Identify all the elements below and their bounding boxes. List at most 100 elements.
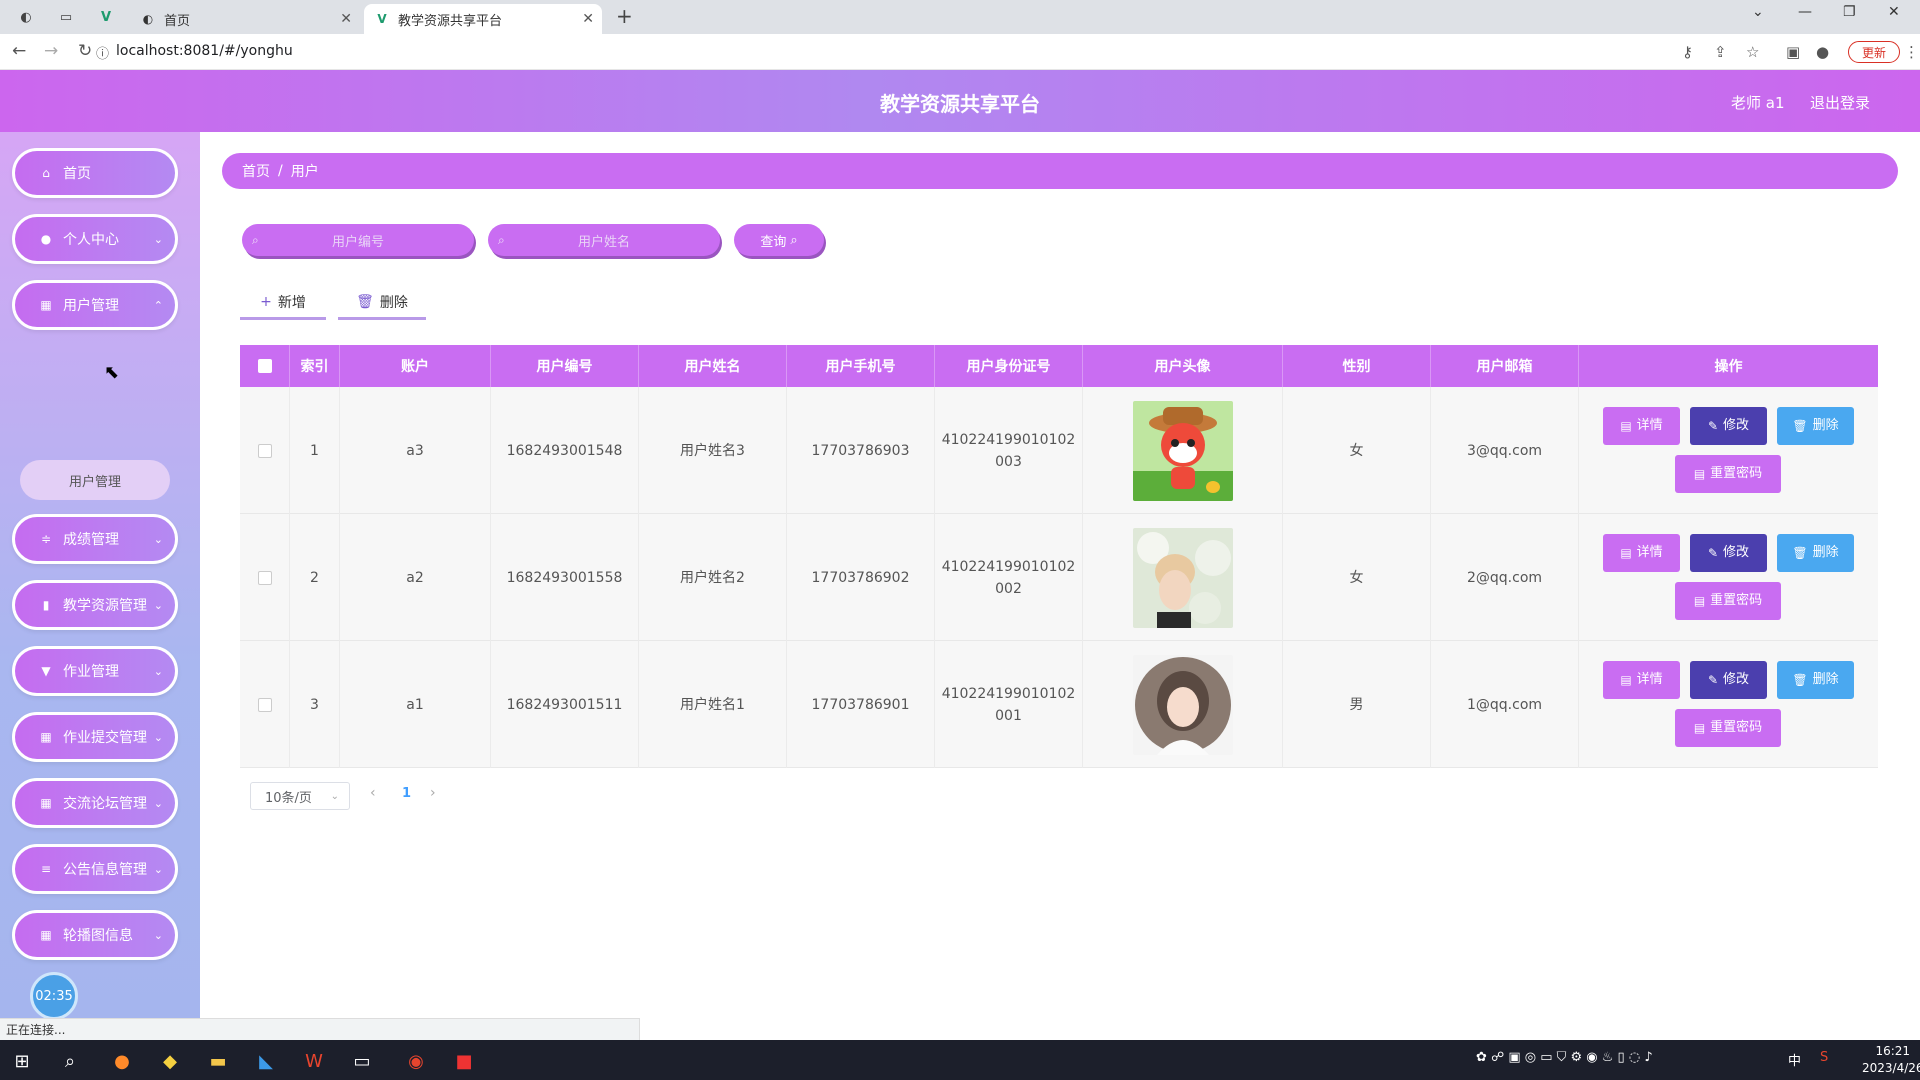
reload-icon[interactable]: ↻ bbox=[78, 41, 92, 61]
firefox-icon[interactable]: ● bbox=[104, 1046, 140, 1076]
folder-icon[interactable]: ▬ bbox=[200, 1046, 236, 1076]
search-placeholder: 用户编号 bbox=[331, 234, 384, 250]
close-window-icon[interactable]: ✕ bbox=[1888, 4, 1900, 20]
detail-button[interactable]: ▤ 详情 bbox=[1603, 407, 1680, 445]
detail-button[interactable]: ▤ 详情 bbox=[1603, 661, 1680, 699]
page-size-select[interactable]: 10条/页 ⌄ bbox=[250, 782, 350, 810]
clock[interactable]: 16:21 2023/4/26 bbox=[1862, 1043, 1920, 1077]
edit-button[interactable]: ✎ 修改 bbox=[1690, 534, 1767, 572]
key-icon[interactable]: ⚷ bbox=[1682, 43, 1693, 61]
photo-portrait-avatar[interactable] bbox=[1132, 527, 1233, 628]
batch-delete-button[interactable]: 🗑 删除 bbox=[338, 286, 426, 320]
delete-button[interactable]: 🗑 删除 bbox=[1777, 661, 1854, 699]
back-icon[interactable]: ← bbox=[12, 41, 26, 61]
sidebar-item-carousel-info[interactable]: ▦ 轮播图信息 ⌄ bbox=[12, 910, 178, 960]
profile-icon[interactable]: ● bbox=[1816, 43, 1829, 61]
pencil-icon: ✎ bbox=[1707, 673, 1719, 687]
restore-icon[interactable]: ❐ bbox=[1843, 4, 1856, 20]
reset-password-button[interactable]: ▤ 重置密码 bbox=[1675, 455, 1781, 493]
cartoon-fox-avatar[interactable] bbox=[1132, 400, 1233, 501]
sidebar-item-label: 轮播图信息 bbox=[63, 928, 133, 944]
cell-avatar bbox=[1083, 641, 1283, 768]
page-number[interactable]: 1 bbox=[402, 786, 411, 801]
forward-icon[interactable]: → bbox=[44, 41, 58, 61]
search-icon[interactable]: ⌕ bbox=[52, 1046, 88, 1076]
tray-icons[interactable]: ✿ ☍ ▣ ◎ ▭ ⛉ ⚙ ◉ ♨ ▯ ◌ ♪ bbox=[1476, 1050, 1653, 1065]
prev-page-icon[interactable]: ‹ bbox=[370, 785, 376, 801]
terminal-icon[interactable]: ▭ bbox=[344, 1046, 380, 1076]
sidebar-item-personal-center[interactable]: ● 个人中心 ⌄ bbox=[12, 214, 178, 264]
edit-button[interactable]: ✎ 修改 bbox=[1690, 661, 1767, 699]
illustrated-girl-avatar[interactable] bbox=[1132, 654, 1233, 755]
cell-id-number: 410224199010102 002 bbox=[935, 514, 1083, 641]
chrome-icon[interactable]: ◉ bbox=[398, 1046, 434, 1076]
user-number-search-input[interactable]: ⌕ 用户编号 bbox=[242, 224, 474, 256]
new-tab-icon[interactable]: + bbox=[616, 4, 633, 28]
chevron-down-icon[interactable]: ⌄ bbox=[1752, 4, 1764, 20]
current-user: 老师 a1 bbox=[1731, 94, 1785, 112]
update-button[interactable]: 更新 bbox=[1848, 41, 1900, 63]
row-checkbox-cell[interactable] bbox=[240, 514, 290, 641]
close-icon[interactable]: ✕ bbox=[340, 11, 352, 27]
row-checkbox[interactable] bbox=[257, 443, 272, 458]
reset-password-button[interactable]: ▤ 重置密码 bbox=[1675, 582, 1781, 620]
chevron-down-icon: ⌄ bbox=[330, 790, 339, 802]
minimize-icon[interactable]: — bbox=[1798, 4, 1812, 20]
query-label: 查询 bbox=[760, 234, 787, 250]
row-checkbox[interactable] bbox=[257, 570, 272, 585]
sidebar-item-label: 教学资源管理 bbox=[63, 598, 147, 614]
url-field[interactable]: localhost:8081/#/yonghu bbox=[116, 43, 293, 59]
row-checkbox[interactable] bbox=[257, 697, 272, 712]
delete-label: 删除 bbox=[1812, 545, 1839, 560]
share-icon[interactable]: ⇪ bbox=[1714, 43, 1727, 61]
pinned-tab-icon[interactable]: ▭ bbox=[54, 6, 78, 28]
sidebar-item-label: 公告信息管理 bbox=[63, 862, 147, 878]
sidebar-item-home[interactable]: ⌂ 首页 bbox=[12, 148, 178, 198]
windows-start-icon[interactable]: ⊞ bbox=[4, 1046, 40, 1076]
app-icon[interactable]: ◆ bbox=[152, 1046, 188, 1076]
sidebar-item-forum-management[interactable]: ▦ 交流论坛管理 ⌄ bbox=[12, 778, 178, 828]
sidebar-item-notice-management[interactable]: ≡ 公告信息管理 ⌄ bbox=[12, 844, 178, 894]
sidebar-item-grade-management[interactable]: ≑ 成绩管理 ⌄ bbox=[12, 514, 178, 564]
info-icon[interactable]: ⓘ bbox=[96, 43, 109, 62]
row-checkbox-cell[interactable] bbox=[240, 641, 290, 768]
submenu-item-user-management[interactable]: 用户管理 bbox=[20, 460, 170, 500]
idea-icon[interactable]: ■ bbox=[446, 1046, 482, 1076]
id-line: 003 bbox=[995, 453, 1022, 470]
delete-label: 删除 bbox=[1812, 418, 1839, 433]
ime-indicator[interactable]: 中 bbox=[1788, 1050, 1801, 1069]
sidebar-item-resource-management[interactable]: ▮ 教学资源管理 ⌄ bbox=[12, 580, 178, 630]
browser-tab[interactable]: ◐ 首页 ✕ bbox=[130, 4, 360, 34]
sidebar-item-user-management[interactable]: ▦ 用户管理 ⌃ bbox=[12, 280, 178, 330]
menu-icon[interactable]: ⋮ bbox=[1904, 43, 1919, 61]
select-all-checkbox-cell[interactable] bbox=[240, 345, 290, 387]
vscode-icon[interactable]: ◣ bbox=[248, 1046, 284, 1076]
close-icon[interactable]: ✕ bbox=[582, 11, 594, 27]
sidebar-item-homework-management[interactable]: ▼ 作业管理 ⌄ bbox=[12, 646, 178, 696]
add-button[interactable]: + 新增 bbox=[240, 286, 326, 320]
pinned-tab-icon[interactable]: ◐ bbox=[14, 6, 38, 28]
edit-button[interactable]: ✎ 修改 bbox=[1690, 407, 1767, 445]
browser-tab-active[interactable]: V 教学资源共享平台 ✕ bbox=[364, 4, 602, 34]
delete-button[interactable]: 🗑 删除 bbox=[1777, 407, 1854, 445]
sidebar-item-homework-submission[interactable]: ▦ 作业提交管理 ⌄ bbox=[12, 712, 178, 762]
cell-number: 1682493001558 bbox=[491, 514, 639, 641]
detail-button[interactable]: ▤ 详情 bbox=[1603, 534, 1680, 572]
delete-button[interactable]: 🗑 删除 bbox=[1777, 534, 1854, 572]
reset-password-button[interactable]: ▤ 重置密码 bbox=[1675, 709, 1781, 747]
user-name-search-input[interactable]: ⌕ 用户姓名 bbox=[488, 224, 720, 256]
row-checkbox-cell[interactable] bbox=[240, 387, 290, 514]
cell-name: 用户姓名3 bbox=[639, 387, 787, 514]
breadcrumb-home[interactable]: 首页 bbox=[242, 161, 270, 181]
select-all-checkbox[interactable] bbox=[257, 359, 272, 373]
vue-tab-icon[interactable]: V bbox=[94, 6, 118, 28]
home-icon: ⌂ bbox=[42, 166, 50, 180]
app-tray-icon[interactable]: S bbox=[1820, 1050, 1828, 1065]
star-icon[interactable]: ☆ bbox=[1746, 43, 1759, 61]
query-button[interactable]: 查询 ⌕ bbox=[734, 224, 824, 256]
cell-email: 1@qq.com bbox=[1431, 641, 1579, 768]
wps-icon[interactable]: W bbox=[296, 1046, 332, 1076]
sidepanel-icon[interactable]: ▣ bbox=[1786, 43, 1800, 61]
logout-link[interactable]: 退出登录 bbox=[1810, 92, 1870, 113]
next-page-icon[interactable]: › bbox=[430, 785, 436, 801]
